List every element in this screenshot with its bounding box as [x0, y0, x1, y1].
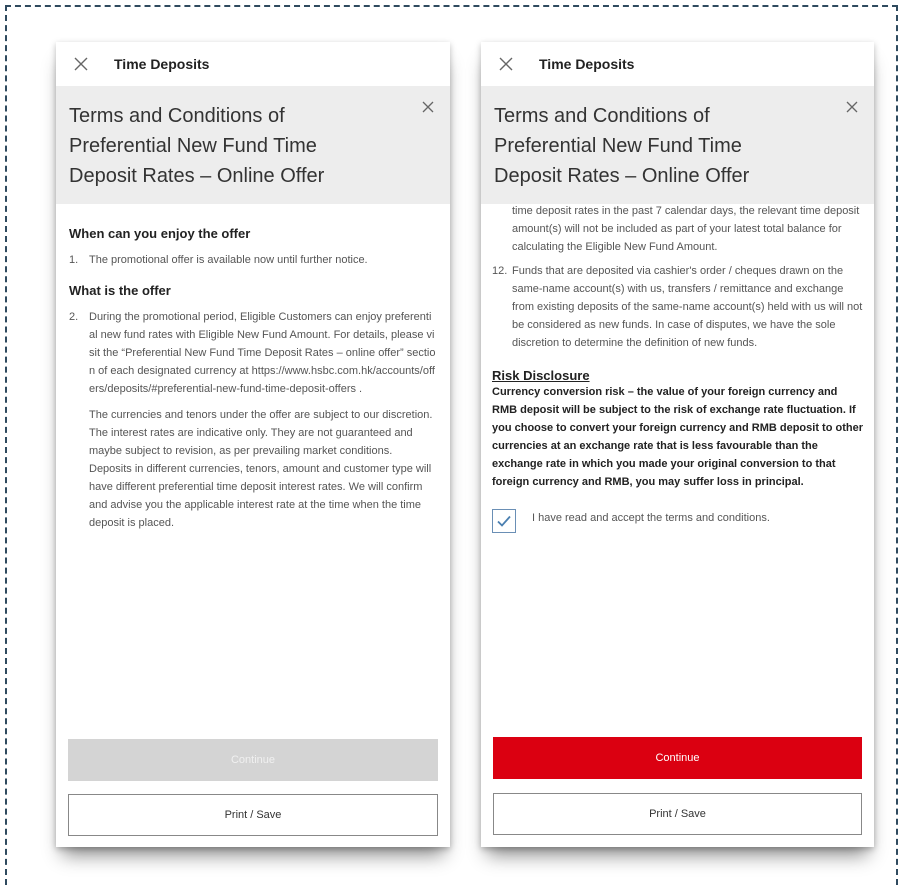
print-save-button[interactable]: Print / Save — [68, 794, 438, 836]
accept-label: I have read and accept the terms and con… — [532, 512, 770, 524]
item-text: During the promotional period, Eligible … — [89, 311, 436, 395]
close-icon[interactable] — [846, 100, 862, 116]
item-paragraph: The currencies and tenors under the offe… — [89, 409, 433, 529]
phone-screen-left: Time Deposits Terms and Conditions of Pr… — [56, 42, 450, 847]
item-text: Funds that are deposited via cashier's o… — [512, 265, 863, 349]
terms-title: Terms and Conditions of Preferential New… — [69, 105, 325, 187]
item-number: 1. — [69, 254, 79, 266]
top-bar: Time Deposits — [56, 42, 450, 86]
list-item: 12. Funds that are deposited via cashier… — [492, 262, 863, 352]
continue-button[interactable]: Continue — [68, 739, 438, 781]
topbar-title: Time Deposits — [539, 56, 635, 72]
terms-title: Terms and Conditions of Preferential New… — [494, 105, 750, 187]
continue-button[interactable]: Continue — [493, 737, 862, 779]
item-text: The promotional offer is available now u… — [89, 254, 368, 266]
phone-screen-right: Time Deposits Terms and Conditions of Pr… — [481, 42, 874, 847]
terms-content[interactable]: time deposit rates in the past 7 calenda… — [481, 204, 874, 752]
close-icon[interactable] — [70, 53, 92, 75]
top-bar: Time Deposits — [481, 42, 874, 86]
close-icon[interactable] — [422, 100, 438, 116]
item-continued-text: time deposit rates in the past 7 calenda… — [512, 205, 860, 253]
risk-disclosure-text: Currency conversion risk – the value of … — [492, 386, 863, 488]
section-heading: When can you enjoy the offer — [69, 226, 251, 241]
accept-checkbox[interactable] — [492, 509, 516, 533]
risk-disclosure-heading: Risk Disclosure — [492, 368, 590, 383]
section-heading: What is the offer — [69, 283, 171, 298]
print-save-button[interactable]: Print / Save — [493, 793, 862, 835]
terms-content[interactable]: When can you enjoy the offer 1. The prom… — [56, 212, 450, 742]
item-number: 12. — [492, 265, 508, 277]
list-item: 1. The promotional offer is available no… — [69, 251, 437, 269]
item-number: 2. — [69, 311, 79, 323]
close-icon[interactable] — [495, 53, 517, 75]
terms-header: Terms and Conditions of Preferential New… — [56, 86, 450, 204]
list-item: 2. During the promotional period, Eligib… — [69, 308, 437, 398]
accept-terms-row[interactable]: I have read and accept the terms and con… — [492, 509, 863, 533]
topbar-title: Time Deposits — [114, 56, 210, 72]
terms-header: Terms and Conditions of Preferential New… — [481, 86, 874, 204]
checkmark-icon — [497, 515, 511, 527]
